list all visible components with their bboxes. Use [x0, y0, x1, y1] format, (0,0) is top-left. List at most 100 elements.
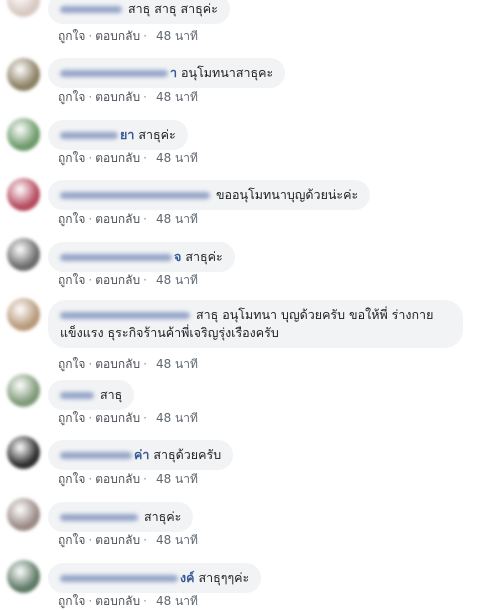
like-button[interactable]: ถูกใจ — [58, 212, 85, 226]
commenter-name-tail[interactable]: า — [170, 65, 177, 80]
commenter-name[interactable] — [60, 514, 138, 521]
comment-bubble: สาธุค่ะ — [48, 502, 194, 532]
avatar[interactable] — [7, 238, 40, 271]
like-button[interactable]: ถูกใจ — [58, 472, 85, 486]
reply-button[interactable]: ตอบกลับ — [95, 273, 140, 287]
commenter-name[interactable] — [60, 192, 210, 199]
comment-text: สาธุค่ะ — [138, 127, 176, 142]
avatar[interactable] — [7, 436, 40, 469]
comment-timestamp[interactable]: 48 นาที — [150, 151, 198, 165]
comment-actions: ถูกใจ · ตอบกลับ · 48 นาที — [58, 356, 198, 372]
comment-actions: ถูกใจ · ตอบกลับ · 48 นาที — [58, 593, 198, 609]
comment-bubble: งค์ สาธุๆๆค่ะ — [48, 563, 262, 593]
comment-bubble: ยา สาธุค่ะ — [48, 120, 188, 150]
commenter-name[interactable] — [60, 575, 178, 582]
separator-dot: · — [88, 273, 93, 287]
separator-dot: · — [143, 90, 147, 104]
comment-bubble: ค่า สาธุด้วยครับ — [48, 440, 234, 470]
separator-dot: · — [143, 212, 147, 226]
comment-text: สาธุ — [99, 387, 123, 402]
like-button[interactable]: ถูกใจ — [58, 357, 85, 371]
separator-dot: · — [143, 273, 147, 287]
comment-actions: ถูกใจ · ตอบกลับ · 48 นาที — [58, 410, 198, 426]
comment-actions: ถูกใจ · ตอบกลับ · 48 นาที — [58, 471, 198, 487]
reply-button[interactable]: ตอบกลับ — [95, 594, 140, 608]
like-button[interactable]: ถูกใจ — [58, 273, 85, 287]
comment-text: สาธุด้วยครับ — [153, 447, 222, 462]
reply-button[interactable]: ตอบกลับ — [95, 472, 140, 486]
avatar[interactable] — [7, 0, 40, 17]
like-button[interactable]: ถูกใจ — [58, 594, 85, 608]
comment-text: ขออนุโมทนาบุญด้วยน่ะค่ะ — [215, 187, 359, 202]
separator-dot: · — [143, 29, 147, 43]
comment-actions: ถูกใจ · ตอบกลับ · 48 นาที — [58, 272, 198, 288]
like-button[interactable]: ถูกใจ — [58, 90, 85, 104]
comment-text: สาธุ สาธุ สาธุค่ะ — [127, 1, 218, 16]
avatar[interactable] — [7, 560, 40, 593]
comment-timestamp[interactable]: 48 นาที — [150, 472, 198, 486]
reply-button[interactable]: ตอบกลับ — [95, 411, 140, 425]
separator-dot: · — [143, 533, 147, 547]
like-button[interactable]: ถูกใจ — [58, 411, 85, 425]
separator-dot: · — [88, 357, 93, 371]
like-button[interactable]: ถูกใจ — [58, 29, 85, 43]
reply-button[interactable]: ตอบกลับ — [95, 29, 140, 43]
commenter-name[interactable] — [60, 452, 132, 459]
separator-dot: · — [143, 151, 147, 165]
reply-button[interactable]: ตอบกลับ — [95, 357, 140, 371]
comment-actions: ถูกใจ · ตอบกลับ · 48 นาที — [58, 28, 198, 44]
commenter-name[interactable] — [60, 132, 118, 139]
commenter-name[interactable] — [60, 392, 94, 399]
separator-dot: · — [88, 212, 93, 226]
comment-text: อนุโมทนาสาธุคะ — [181, 65, 274, 80]
reply-button[interactable]: ตอบกลับ — [95, 90, 140, 104]
comment-text: สาธุค่ะ — [185, 249, 223, 264]
commenter-name[interactable] — [60, 70, 168, 77]
commenter-name-tail[interactable]: ยา — [120, 127, 134, 142]
separator-dot: · — [143, 357, 147, 371]
comment-timestamp[interactable]: 48 นาที — [150, 29, 198, 43]
avatar[interactable] — [7, 118, 40, 151]
reply-button[interactable]: ตอบกลับ — [95, 151, 140, 165]
avatar[interactable] — [7, 374, 40, 407]
comment-actions: ถูกใจ · ตอบกลับ · 48 นาที — [58, 532, 198, 548]
comment-bubble: สาธุ — [48, 380, 135, 410]
comment-timestamp[interactable]: 48 นาที — [150, 594, 198, 608]
separator-dot: · — [88, 472, 93, 486]
like-button[interactable]: ถูกใจ — [58, 151, 85, 165]
comment-actions: ถูกใจ · ตอบกลับ · 48 นาที — [58, 89, 198, 105]
comment-bubble: า อนุโมทนาสาธุคะ — [48, 58, 286, 88]
avatar[interactable] — [7, 498, 40, 531]
comment-timestamp[interactable]: 48 นาที — [150, 273, 198, 287]
commenter-name-tail[interactable]: จ — [174, 249, 181, 264]
avatar[interactable] — [7, 58, 40, 91]
comment-timestamp[interactable]: 48 นาที — [150, 533, 198, 547]
separator-dot: · — [88, 90, 93, 104]
commenter-name[interactable] — [60, 6, 122, 13]
separator-dot: · — [143, 472, 147, 486]
comment-bubble: จ สาธุค่ะ — [48, 242, 235, 272]
separator-dot: · — [143, 594, 147, 608]
avatar[interactable] — [7, 178, 40, 211]
comment-bubble: สาธุ อนุโมทนา บุญด้วยครับ ขอให้พี่ ร่างก… — [48, 300, 463, 348]
comment-timestamp[interactable]: 48 นาที — [150, 90, 198, 104]
comment-timestamp[interactable]: 48 นาที — [150, 411, 198, 425]
separator-dot: · — [143, 411, 147, 425]
reply-button[interactable]: ตอบกลับ — [95, 533, 140, 547]
like-button[interactable]: ถูกใจ — [58, 533, 85, 547]
comment-actions: ถูกใจ · ตอบกลับ · 48 นาที — [58, 150, 198, 166]
comment-timestamp[interactable]: 48 นาที — [150, 357, 198, 371]
comment-text: สาธุๆๆค่ะ — [198, 570, 250, 585]
comment-text: สาธุค่ะ — [143, 509, 182, 524]
comment-bubble: สาธุ สาธุ สาธุค่ะ — [48, 0, 230, 24]
avatar[interactable] — [7, 298, 40, 331]
commenter-name[interactable] — [60, 254, 172, 261]
commenter-name-tail[interactable]: งค์ — [180, 570, 194, 585]
separator-dot: · — [88, 533, 93, 547]
commenter-name-tail[interactable]: ค่า — [134, 447, 149, 462]
separator-dot: · — [88, 151, 93, 165]
reply-button[interactable]: ตอบกลับ — [95, 212, 140, 226]
comment-timestamp[interactable]: 48 นาที — [150, 212, 198, 226]
commenter-name[interactable] — [60, 312, 190, 319]
separator-dot: · — [88, 594, 93, 608]
